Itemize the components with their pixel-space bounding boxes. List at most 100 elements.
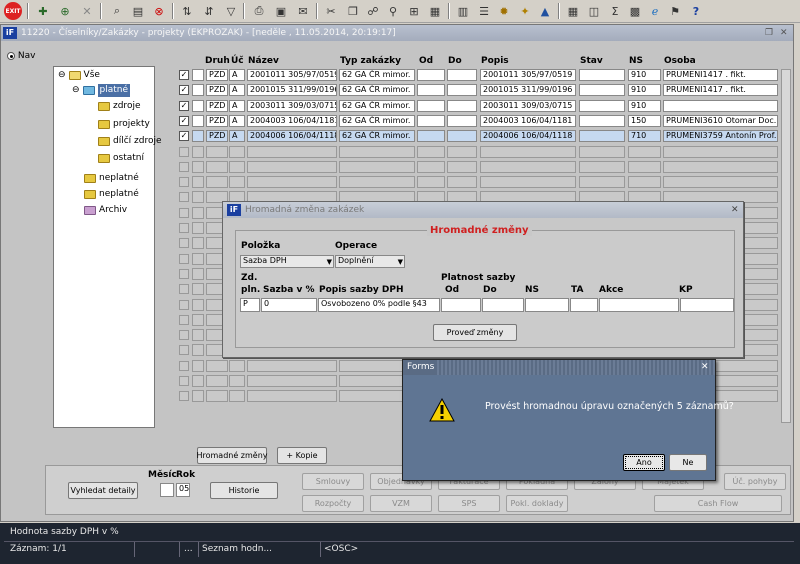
cell-typ[interactable] [339, 176, 415, 188]
cell-osoba[interactable]: PRUMENI3610 Otomar Doc. CS [663, 115, 778, 127]
row-checkbox[interactable] [179, 208, 189, 218]
copy-icon[interactable]: ❐ [344, 2, 362, 20]
cell-popis[interactable] [480, 161, 576, 173]
pln-field[interactable]: P [240, 298, 260, 312]
row-checkbox[interactable] [179, 284, 189, 294]
row-selector[interactable] [192, 222, 204, 234]
tree-item-projekty[interactable]: projekty [98, 118, 150, 131]
row-selector[interactable] [192, 344, 204, 356]
cell-nazev[interactable] [247, 390, 337, 402]
cell-uc[interactable]: A [229, 115, 245, 127]
cell-do[interactable] [447, 130, 477, 142]
polozka-select[interactable]: Sazba DPH ▼ [240, 255, 334, 268]
exit-icon[interactable]: EXIT [4, 2, 22, 20]
smlouvy-button[interactable]: Smlouvy [302, 473, 364, 490]
cell-uc[interactable]: A [229, 84, 245, 96]
cell-stav[interactable] [579, 69, 625, 81]
cell-typ[interactable]: 62 GA ČR mimor. [339, 100, 415, 112]
filter-icon[interactable]: ▽ [222, 2, 240, 20]
tree-item-dilci-zdroje[interactable]: dílčí zdroje [98, 135, 162, 148]
print-icon[interactable]: ⎙ [250, 2, 268, 20]
mesic-field[interactable] [160, 483, 174, 497]
cell-osoba[interactable] [663, 161, 778, 173]
cell-typ[interactable]: 62 GA ČR mimor. [339, 130, 415, 142]
cell-uc[interactable]: A [229, 69, 245, 81]
execute-query-icon[interactable]: ▤ [129, 2, 147, 20]
row-selector[interactable] [192, 390, 204, 402]
cell-typ[interactable] [339, 161, 415, 173]
cell-ns[interactable]: 710 [628, 130, 661, 142]
hromadne-zmeny-button[interactable]: Hromadné změny [196, 447, 268, 464]
rok-field[interactable]: 05 [176, 483, 190, 497]
cell-popis[interactable] [480, 146, 576, 158]
cell-typ[interactable]: 62 GA ČR mimor. [339, 69, 415, 81]
row-checkbox[interactable]: ✓ [179, 70, 189, 80]
row-checkbox[interactable] [179, 300, 189, 310]
akce-field[interactable] [599, 298, 679, 312]
cell-uc[interactable] [229, 161, 245, 173]
cell-druh[interactable] [206, 375, 228, 387]
row-checkbox[interactable] [179, 361, 189, 371]
tree-item-neplatne-1[interactable]: neplatné [84, 172, 139, 185]
close-icon[interactable]: ✕ [780, 25, 788, 41]
cell-popis[interactable]: 2001015 311/99/0196 ( [480, 84, 576, 96]
cell-osoba[interactable] [663, 100, 778, 112]
cell-do[interactable] [447, 69, 477, 81]
close-icon[interactable]: ✕ [731, 202, 739, 218]
ano-button[interactable]: Ano [623, 454, 665, 471]
cell-stav[interactable] [579, 161, 625, 173]
ns-field[interactable] [525, 298, 569, 312]
sum-icon[interactable]: Σ [606, 2, 624, 20]
cell-ns[interactable] [628, 176, 661, 188]
cell-nazev[interactable] [247, 176, 337, 188]
row-checkbox[interactable] [179, 269, 189, 279]
cell-do[interactable] [447, 146, 477, 158]
row-selector[interactable] [192, 191, 204, 203]
star-icon[interactable]: ✦ [516, 2, 534, 20]
popis-sazby-field[interactable]: Osvobozeno 0% podle §43 [318, 298, 440, 312]
cell-nazev[interactable]: 2001011 305/97/0519 [247, 69, 337, 81]
cell-popis[interactable]: 2003011 309/03/0715 ( [480, 100, 576, 112]
row-checkbox[interactable]: ✓ [179, 85, 189, 95]
cell-do[interactable] [447, 176, 477, 188]
cell-druh[interactable]: PZD [206, 130, 228, 142]
calendar-icon[interactable]: ▦ [426, 2, 444, 20]
cell-popis[interactable] [480, 176, 576, 188]
delete-record-icon[interactable]: ✕ [78, 2, 96, 20]
historie-button[interactable]: Historie [210, 482, 278, 499]
cell-od[interactable] [417, 176, 445, 188]
row-checkbox[interactable]: ✓ [179, 131, 189, 141]
row-selector[interactable] [192, 237, 204, 249]
cell-uc[interactable]: A [229, 130, 245, 142]
rozpocty-button[interactable]: Rozpočty [302, 495, 364, 512]
row-checkbox[interactable] [179, 330, 189, 340]
list-icon[interactable]: ☰ [475, 2, 493, 20]
row-checkbox[interactable] [179, 345, 189, 355]
row-selector[interactable] [192, 375, 204, 387]
row-selector[interactable] [192, 329, 204, 341]
cell-stav[interactable] [579, 84, 625, 96]
cell-nazev[interactable]: 2001015 311/99/0196 [247, 84, 337, 96]
zoom-icon[interactable]: ⊞ [405, 2, 423, 20]
row-checkbox[interactable] [179, 162, 189, 172]
sps-button[interactable]: SPS [438, 495, 500, 512]
tree-item-zdroje[interactable]: zdroje [98, 100, 140, 113]
kp-field[interactable] [680, 298, 734, 312]
triangle-icon[interactable]: ▲ [536, 2, 554, 20]
mail-icon[interactable]: ✉ [294, 2, 312, 20]
cell-ns[interactable] [628, 146, 661, 158]
calc-icon[interactable]: ▩ [626, 2, 644, 20]
row-selector[interactable] [192, 268, 204, 280]
cell-osoba[interactable]: PRUMENI1417 . fikt. [663, 84, 778, 96]
operace-select[interactable]: Doplnění ▼ [335, 255, 405, 268]
row-checkbox[interactable] [179, 147, 189, 157]
doc-icon[interactable]: ▥ [454, 2, 472, 20]
row-selector[interactable] [192, 100, 204, 112]
question-icon[interactable]: ? [687, 2, 705, 20]
row-selector[interactable] [192, 314, 204, 326]
uc-pohyby-button[interactable]: Úč. pohyby [724, 473, 786, 490]
new-record-icon[interactable]: ✚ [34, 2, 52, 20]
pokl-doklady-button[interactable]: Pokl. doklady [506, 495, 568, 512]
ne-button[interactable]: Ne [669, 454, 707, 471]
cell-od[interactable] [417, 100, 445, 112]
